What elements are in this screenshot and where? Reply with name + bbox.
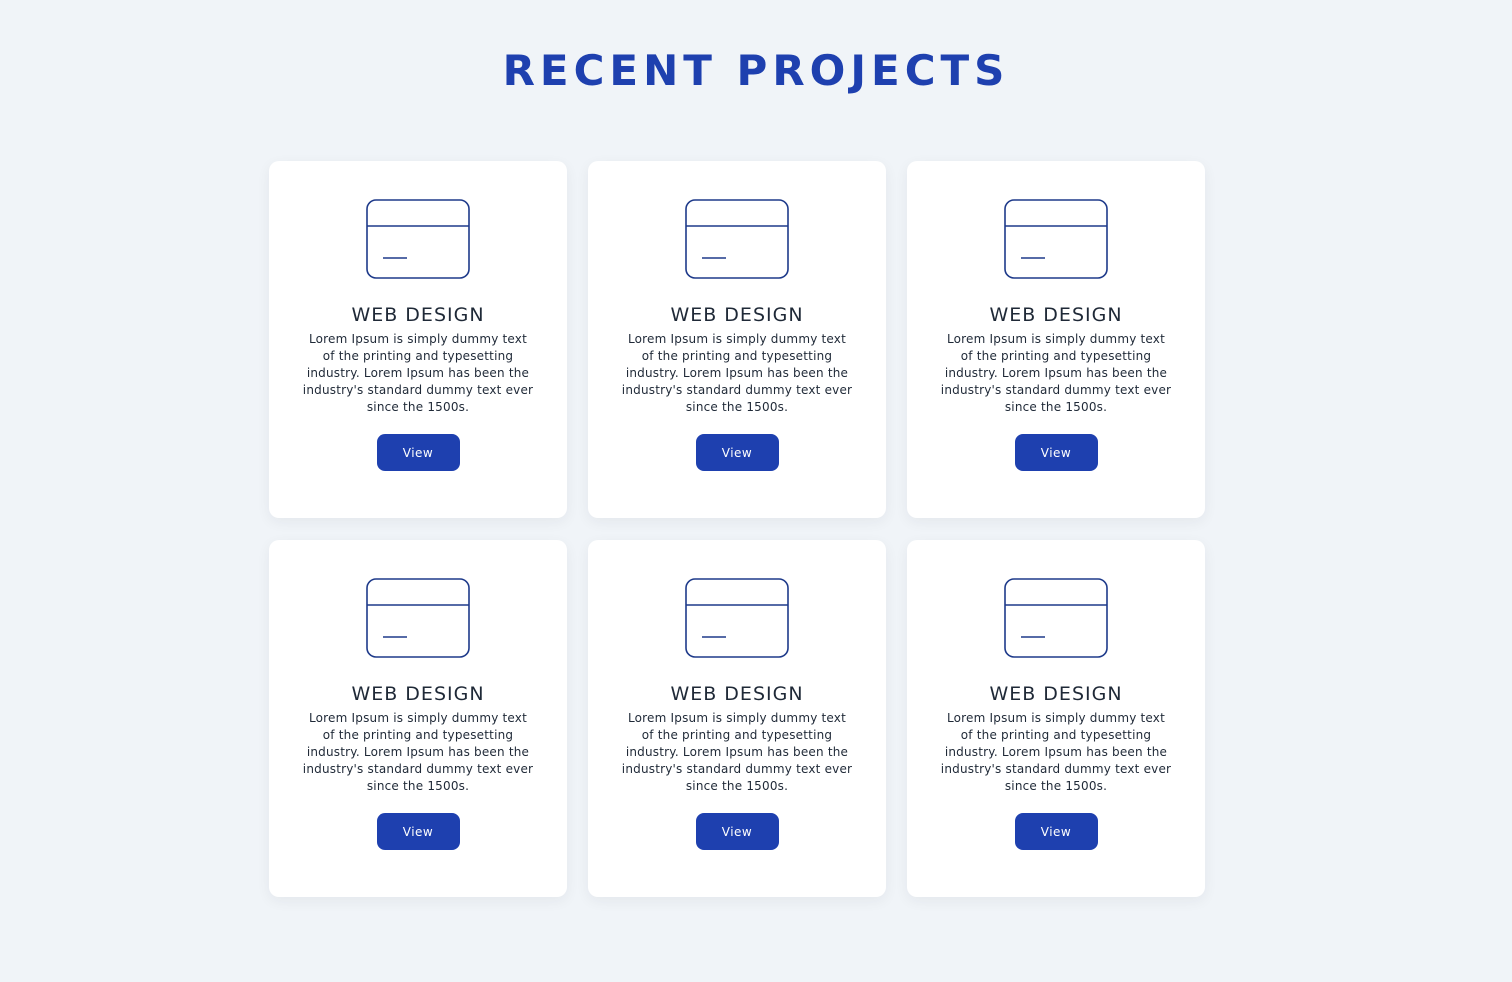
- browser-window-icon: [685, 199, 789, 279]
- project-card: WEB DESIGN Lorem Ipsum is simply dummy t…: [269, 161, 567, 518]
- browser-window-icon: [366, 578, 470, 658]
- browser-window-icon: [1004, 578, 1108, 658]
- browser-window-icon: [366, 199, 470, 279]
- browser-window-icon: [1004, 199, 1108, 279]
- page-title: RECENT PROJECTS: [502, 46, 1010, 95]
- card-title: WEB DESIGN: [989, 683, 1123, 705]
- card-description: Lorem Ipsum is simply dummy text of the …: [940, 332, 1172, 414]
- card-title: WEB DESIGN: [670, 304, 804, 326]
- project-card: WEB DESIGN Lorem Ipsum is simply dummy t…: [907, 540, 1205, 897]
- card-description: Lorem Ipsum is simply dummy text of the …: [621, 332, 853, 414]
- view-button[interactable]: View: [1014, 813, 1098, 850]
- project-card: WEB DESIGN Lorem Ipsum is simply dummy t…: [588, 161, 886, 518]
- card-description: Lorem Ipsum is simply dummy text of the …: [302, 332, 534, 414]
- card-title: WEB DESIGN: [670, 683, 804, 705]
- card-description: Lorem Ipsum is simply dummy text of the …: [302, 711, 534, 793]
- view-button[interactable]: View: [695, 434, 779, 471]
- view-button[interactable]: View: [376, 813, 460, 850]
- card-title: WEB DESIGN: [989, 304, 1123, 326]
- view-button[interactable]: View: [695, 813, 779, 850]
- project-card: WEB DESIGN Lorem Ipsum is simply dummy t…: [907, 161, 1205, 518]
- card-description: Lorem Ipsum is simply dummy text of the …: [940, 711, 1172, 793]
- browser-window-icon: [685, 578, 789, 658]
- card-title: WEB DESIGN: [351, 683, 485, 705]
- view-button[interactable]: View: [1014, 434, 1098, 471]
- card-title: WEB DESIGN: [351, 304, 485, 326]
- project-card: WEB DESIGN Lorem Ipsum is simply dummy t…: [588, 540, 886, 897]
- view-button[interactable]: View: [376, 434, 460, 471]
- project-card: WEB DESIGN Lorem Ipsum is simply dummy t…: [269, 540, 567, 897]
- projects-grid: WEB DESIGN Lorem Ipsum is simply dummy t…: [269, 161, 1205, 897]
- card-description: Lorem Ipsum is simply dummy text of the …: [621, 711, 853, 793]
